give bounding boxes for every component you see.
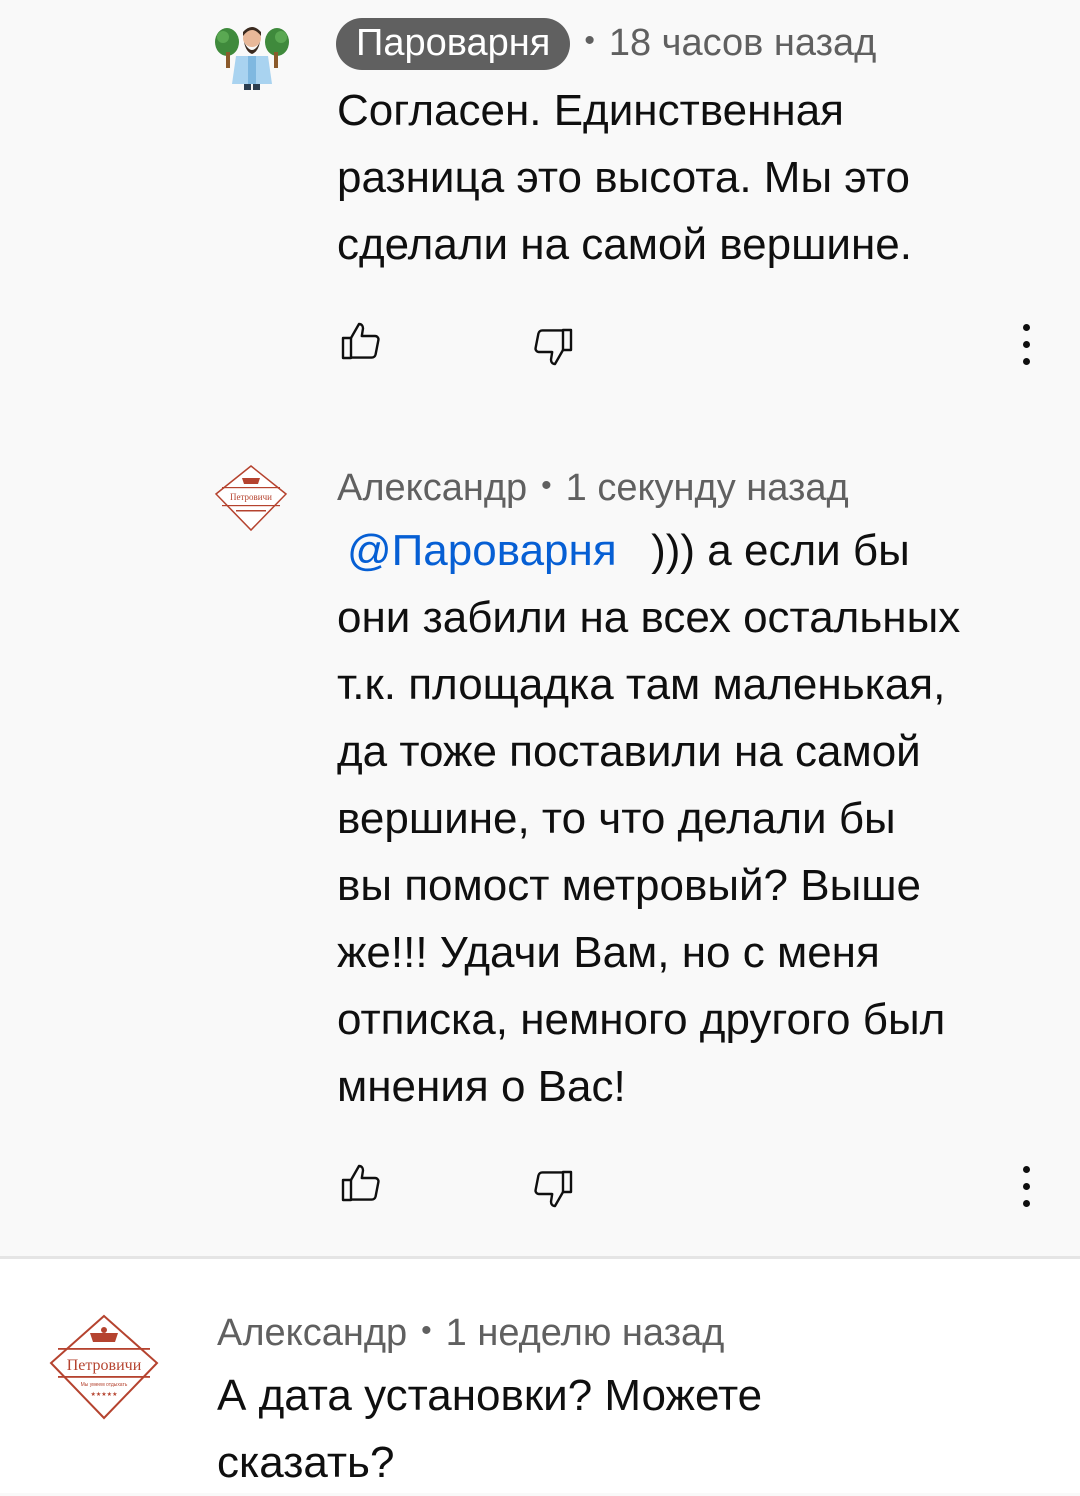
dislike-button[interactable] [529,322,577,370]
like-button[interactable] [337,1160,385,1208]
comment-text-line: @Пароварня ))) а если бы [337,517,960,584]
comment-text-line: т.к. площадка там маленькая, [337,660,946,709]
comment-text-line: мнения о Вас! [337,1062,626,1111]
kebab-dot [1022,1200,1030,1207]
kebab-dot [1022,358,1030,365]
comment-time[interactable]: 1 неделю назад [446,1312,725,1354]
kebab-dot [1022,341,1030,348]
logo-stars: ★★★★★ [91,1391,118,1398]
comment-text-line: Согласен. Единственная [337,86,844,135]
comment-text-line: вы помост метровый? Выше [337,861,921,910]
comment-text-fragment: ))) а если бы [651,526,910,575]
comment-text: А дата установки? Можете сказать? [217,1362,762,1496]
thumbs-down-icon [534,1170,573,1208]
kebab-dot [1022,1183,1030,1190]
more-vertical-icon [1022,324,1030,331]
comment-reply: Пароварня • 18 часов назад Согласен. Единс… [0,0,1080,420]
more-options-button[interactable] [1016,1166,1036,1214]
comment-meta: Александр • 1 неделю назад [217,1314,724,1352]
comment-text: Согласен. Единственная разница это высот… [337,77,912,278]
meta-separator: • [541,469,552,502]
comment-text-line: вершине, то что делали бы [337,794,896,843]
thumbs-up-icon [341,322,380,360]
bearded-man-with-brooms-avatar [215,27,289,90]
author-avatar[interactable]: Петровичи [214,464,288,532]
logo-subtext: Мы умеем отдыхать [81,1382,128,1388]
thumbs-up-icon [341,1164,380,1202]
meta-separator: • [421,1314,432,1347]
comment-reply: Петровичи Александр • 1 секунду назад @Пар… [0,420,1080,1256]
dislike-button[interactable] [529,1164,577,1212]
comment-meta: Пароварня • 18 часов назад [336,18,876,70]
thumbs-down-icon [534,328,573,366]
comment-text-line: да тоже поставили на самой [337,727,921,776]
comment-text-line: сказать? [217,1438,395,1487]
comment-text-line: же!!! Удачи Вам, но с меня [337,928,880,977]
comment-time[interactable]: 18 часов назад [609,22,876,64]
logo-text: Петровичи [230,492,272,502]
like-button[interactable] [337,318,385,366]
comment-text-line: А дата установки? Можете [217,1371,763,1420]
comment-text-line: разница это высота. Мы это [337,153,910,202]
comment-top-level: Петровичи Мы умеем отдыхать ★★★★★ Алекса… [0,1259,1080,1493]
comment-text-line: отписка, немного другого был [337,995,946,1044]
author-name[interactable]: Александр [217,1312,407,1354]
author-avatar[interactable]: Петровичи Мы умеем отдыхать ★★★★★ [48,1313,160,1421]
comment-text: @Пароварня ))) а если бы они забили на в… [337,517,960,1120]
comment-meta: Александр • 1 секунду назад [337,469,849,507]
mention-link[interactable]: @Пароварня [337,526,627,575]
petrovichi-logo-avatar: Петровичи [214,465,288,532]
author-name[interactable]: Александр [337,467,527,509]
comment-time[interactable]: 1 секунду назад [566,467,849,509]
more-vertical-icon [1022,1166,1030,1173]
author-chip[interactable]: Пароварня [336,18,571,70]
comment-text-line: сделали на самой вершине. [337,220,912,269]
author-avatar[interactable] [214,22,290,92]
petrovichi-logo-avatar: Петровичи Мы умеем отдыхать ★★★★★ [49,1314,159,1420]
meta-separator: • [584,24,595,57]
logo-text: Петровичи [67,1357,142,1374]
more-options-button[interactable] [1016,324,1036,372]
comment-text-line: они забили на всех остальных [337,593,961,642]
